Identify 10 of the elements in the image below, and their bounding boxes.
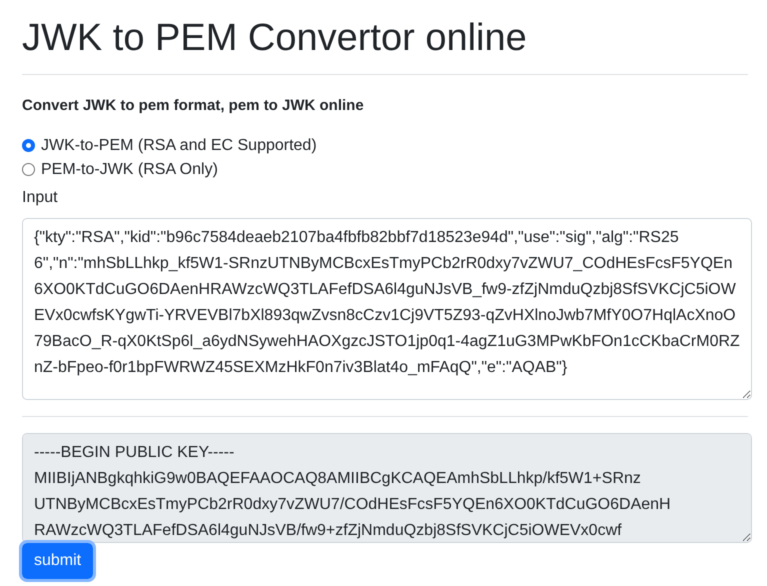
radio-label: PEM-to-JWK (RSA Only) [41,160,218,180]
radio-button[interactable] [22,139,35,152]
radio-label: JWK-to-PEM (RSA and EC Supported) [41,136,317,156]
radio-button[interactable] [22,163,35,176]
output-field[interactable]: -----BEGIN PUBLIC KEY----- MIIBIjANBgkqhkiG9w0BAQEFAAOCAQ8AMIIBCgKCAQEAmhSbLLhkp/kf5W1+SRnz UTNByMCBcxEsTmyPCb2rR0dxy7vZWU7/COdHEsFcsF5YQEn6XO0KTdCuGO6DAenH RAWzcWQ3TLAFefDSA6l4guNJsVB/fw9+zfZjNmduQzbj8SfSVKCjC5iOWEVx0cwf [22,432,752,542]
page-title: JWK to PEM Convertor online [22,16,528,61]
submit-button[interactable]: submit [22,542,94,578]
input-field[interactable]: {"kty":"RSA","kid":"b96c7584deaeb2107ba4fbfb82bbf7d18523e94d","use":"sig","alg":"RS256","n":"mhSbLLhkp_kf5W1-SRnzUTNByMCBcxEsTmyPCb2rR0dxy7vZWU7_COdHEsFcsF5YQEn6XO0KTdCuGO6DAenHRAWzcWQ3TLAFefDSA6l4guNJsVB_fw9-zfZjNmduQzbj8SfSVKCjC5iOWEVx0cwfsKYgwTi-YRVEVBl7bXl893qwZvsn8cCzv1Cj9VT5Z93-qZvHXlnoJwb7MfY0O7HqlAcXnoO79BacO_R-qX0KtSp6l_a6ydNSywehHAOXgzcJSTO1jp0q1-4agZ1uG3MPwKbFOn1cCKbaCrM0RZnZ-bFpeo-f0r1bpFWRWZ45SEXMzHkF0n7iv3Blat4o_mFAqQ","e":"AQAB"} [22,218,752,400]
subtitle: Convert JWK to pem format, pem to JWK online [22,96,365,116]
input-label: Input [22,188,59,208]
